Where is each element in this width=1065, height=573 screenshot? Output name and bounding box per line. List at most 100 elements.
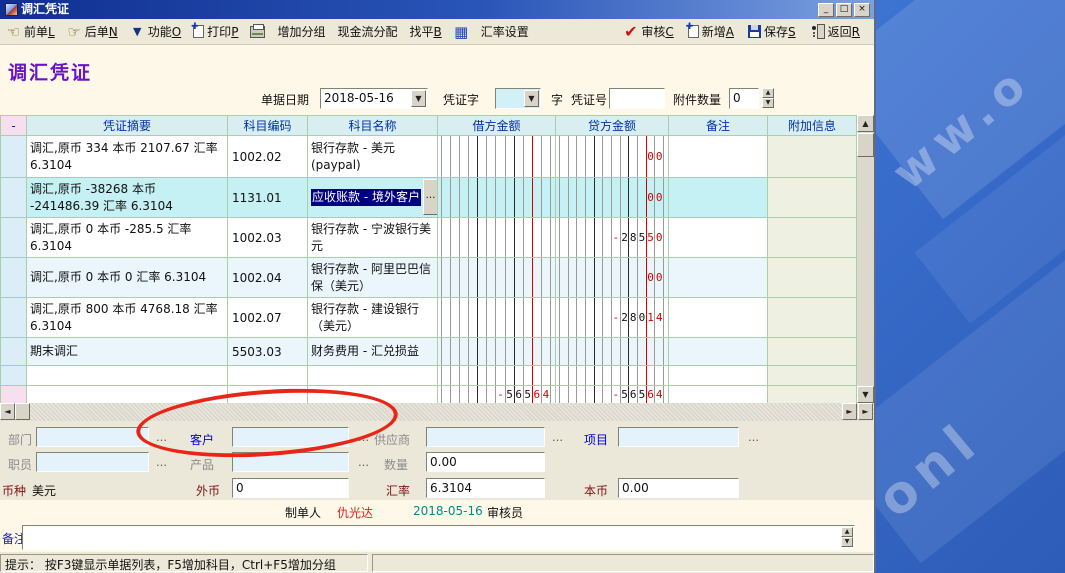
cell-extra-info[interactable] [768, 298, 857, 338]
row-indicator[interactable] [1, 218, 27, 258]
cell-credit-amount[interactable]: -28014 [556, 298, 669, 338]
cell-note[interactable] [669, 218, 768, 258]
table-row[interactable]: 调汇,原币 0 本币 -285.5 汇率 6.31041002.03银行存款 -… [1, 218, 857, 258]
toolbar-functions-button[interactable]: 功能O [130, 23, 181, 40]
attachment-count-input[interactable]: 0 [729, 88, 759, 109]
toolbar-print-button[interactable]: 打印P [193, 23, 238, 40]
remark-up-icon[interactable]: ▲ [841, 527, 853, 537]
supplier-lookup-icon[interactable]: … [552, 431, 563, 444]
staff-lookup-icon[interactable]: … [156, 456, 167, 469]
cell-account-code[interactable]: 1002.02 [228, 136, 308, 178]
account-lookup-button[interactable]: … [423, 179, 438, 215]
cell-debit-amount[interactable] [438, 338, 556, 366]
cell-summary[interactable]: 期末调汇 [27, 338, 228, 366]
toolbar-prev-voucher-button[interactable]: 前单L [6, 23, 55, 40]
date-dropdown-icon[interactable]: ▼ [411, 90, 426, 107]
vertical-scroll-thumb[interactable] [857, 133, 874, 157]
local-amount-input[interactable]: 0.00 [618, 478, 739, 498]
cell-extra-info[interactable] [768, 338, 857, 366]
cell-debit-amount[interactable] [438, 218, 556, 258]
cell-credit-amount[interactable]: 00 [556, 136, 669, 178]
project-input[interactable] [618, 427, 739, 447]
cell-debit-amount[interactable] [438, 298, 556, 338]
row-indicator[interactable] [1, 136, 27, 178]
cell-account-name[interactable]: 银行存款 - 建设银行（美元） [308, 298, 438, 338]
toolbar-next-voucher-button[interactable]: 后单N [67, 23, 118, 40]
cell-debit-amount[interactable] [438, 136, 556, 178]
toolbar-save-button[interactable]: 保存S [748, 23, 796, 40]
staff-input[interactable] [36, 452, 149, 472]
cell-note[interactable] [669, 366, 768, 386]
scroll-up-icon[interactable]: ▲ [857, 115, 874, 132]
remark-down-icon[interactable]: ▼ [841, 537, 853, 547]
date-combobox[interactable]: 2018-05-16 ▼ [320, 88, 428, 109]
cell-extra-info[interactable] [768, 218, 857, 258]
scroll-right-icon[interactable]: ► [842, 403, 857, 420]
cell-account-code[interactable]: 5503.03 [228, 338, 308, 366]
cell-account-code[interactable]: 1131.01 [228, 178, 308, 218]
cell-account-code[interactable]: 1002.04 [228, 258, 308, 298]
cell-extra-info[interactable] [768, 178, 857, 218]
table-row[interactable]: 调汇,原币 0 本币 0 汇率 6.31041002.04银行存款 - 阿里巴巴… [1, 258, 857, 298]
stepper-down-icon[interactable]: ▼ [762, 98, 774, 108]
titlebar[interactable]: 调汇凭证 _ □ × [0, 0, 874, 19]
supplier-input[interactable] [426, 427, 545, 447]
toolbar-rate-settings-button[interactable]: 汇率设置 [481, 23, 529, 40]
cell-debit-amount[interactable] [438, 178, 556, 218]
scroll-left-icon[interactable]: ◄ [0, 403, 15, 420]
toolbar-return-button[interactable]: 返回R [810, 23, 860, 40]
scroll-right-corner-icon[interactable]: ► [858, 403, 873, 420]
cell-debit-amount[interactable] [438, 366, 556, 386]
remark-input[interactable]: ▲ ▼ [22, 525, 855, 550]
table-row[interactable]: 期末调汇5503.03财务费用 - 汇兑损益 [1, 338, 857, 366]
cell-account-name[interactable]: 银行存款 - 宁波银行美元 [308, 218, 438, 258]
voucher-word-combobox[interactable]: ▼ [495, 88, 541, 109]
cell-credit-amount[interactable]: 00 [556, 178, 669, 218]
toolbar-audit-button[interactable]: 审核C [623, 23, 673, 40]
cell-extra-info[interactable] [768, 366, 857, 386]
toolbar-cashflow-allocate-button[interactable]: 现金流分配 [337, 23, 397, 40]
close-button[interactable]: × [854, 3, 870, 17]
cell-summary[interactable]: 调汇,原币 0 本币 -285.5 汇率 6.3104 [27, 218, 228, 258]
cell-extra-info[interactable] [768, 258, 857, 298]
cell-extra-info[interactable] [768, 136, 857, 178]
voucher-no-input[interactable] [609, 88, 665, 109]
maximize-button[interactable]: □ [836, 3, 852, 17]
row-indicator[interactable] [1, 298, 27, 338]
cell-summary[interactable]: 调汇,原币 0 本币 0 汇率 6.3104 [27, 258, 228, 298]
table-horizontal-scrollbar[interactable]: ◄ ► ► [0, 403, 874, 421]
cell-summary[interactable]: 调汇,原币 -38268 本币 -241486.39 汇率 6.3104 [27, 178, 228, 218]
toolbar-calculator-button[interactable] [454, 24, 469, 39]
cell-note[interactable] [669, 338, 768, 366]
table-row[interactable]: 调汇,原币 800 本币 4768.18 汇率 6.31041002.07银行存… [1, 298, 857, 338]
cell-note[interactable] [669, 178, 768, 218]
cell-note[interactable] [669, 136, 768, 178]
cell-account-code[interactable] [228, 366, 308, 386]
table-vertical-scrollbar[interactable]: ▲ ▼ [857, 115, 874, 403]
cell-credit-amount[interactable]: 00 [556, 258, 669, 298]
table-row[interactable]: 调汇,原币 334 本币 2107.67 汇率 6.31041002.02银行存… [1, 136, 857, 178]
cell-credit-amount[interactable]: -28550 [556, 218, 669, 258]
cell-summary[interactable]: 调汇,原币 334 本币 2107.67 汇率 6.3104 [27, 136, 228, 178]
cell-account-code[interactable]: 1002.03 [228, 218, 308, 258]
row-indicator[interactable] [1, 366, 27, 386]
row-indicator[interactable] [1, 338, 27, 366]
minimize-button[interactable]: _ [818, 3, 834, 17]
foreign-amount-input[interactable]: 0 [232, 478, 349, 498]
row-indicator[interactable] [1, 258, 27, 298]
dept-input[interactable] [36, 427, 149, 447]
cell-debit-amount[interactable] [438, 258, 556, 298]
product-lookup-icon[interactable]: … [358, 456, 369, 469]
toolbar-printer-button[interactable] [250, 26, 265, 38]
cell-account-name[interactable]: 银行存款 - 阿里巴巴信保（美元） [308, 258, 438, 298]
cell-summary[interactable] [27, 366, 228, 386]
cell-note[interactable] [669, 298, 768, 338]
cell-account-code[interactable]: 1002.07 [228, 298, 308, 338]
stepper-up-icon[interactable]: ▲ [762, 88, 774, 98]
toolbar-balance-button[interactable]: 找平B [409, 23, 441, 40]
cell-account-name[interactable]: 银行存款 - 美元(paypal) [308, 136, 438, 178]
toolbar-add-group-button[interactable]: 增加分组 [277, 23, 325, 40]
scroll-down-icon[interactable]: ▼ [857, 386, 874, 403]
rate-input[interactable]: 6.3104 [426, 478, 545, 498]
toolbar-new-button[interactable]: 新增A [688, 23, 734, 40]
